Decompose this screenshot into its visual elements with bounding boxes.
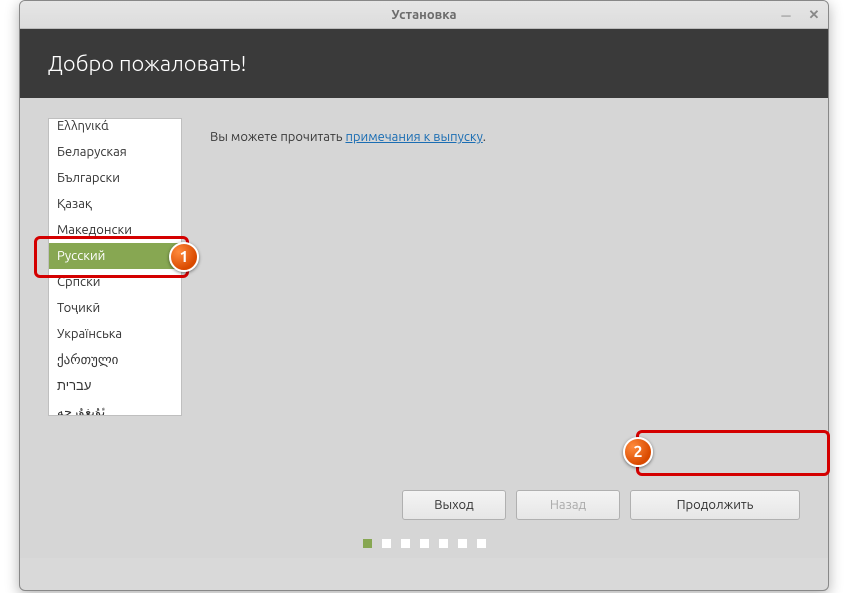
window-title: Установка: [391, 8, 456, 22]
release-notes-text: Вы можете прочитать примечания к выпуску…: [210, 130, 486, 144]
language-item[interactable]: ئۇيغۇرچە: [49, 399, 181, 416]
release-notes-link[interactable]: примечания к выпуску: [345, 130, 482, 144]
language-item[interactable]: Ελληνικά: [49, 118, 181, 139]
release-prefix: Вы можете прочитать: [210, 130, 345, 144]
button-bar: Выход Назад Продолжить: [402, 490, 800, 520]
language-item[interactable]: Тоҷикӣ: [49, 295, 181, 321]
progress-dot: [420, 539, 429, 548]
progress-dot: [401, 539, 410, 548]
release-suffix: .: [483, 130, 486, 144]
language-item[interactable]: Српски: [49, 269, 181, 295]
progress-dot: [382, 539, 391, 548]
language-list[interactable]: ΕλληνικάБеларускаяБългарскиҚазақМакедонс…: [48, 118, 182, 416]
language-item[interactable]: Қазақ: [49, 191, 181, 217]
language-item[interactable]: Български: [49, 165, 181, 191]
installer-window: Установка ─ ✕ Добро пожаловать! Ελληνικά…: [19, 0, 829, 591]
progress-dot: [439, 539, 448, 548]
window-controls: ─ ✕: [778, 1, 822, 29]
titlebar: Установка ─ ✕: [20, 1, 828, 29]
close-icon[interactable]: ✕: [806, 7, 822, 23]
language-item[interactable]: Українська: [49, 321, 181, 347]
continue-button[interactable]: Продолжить: [630, 490, 800, 520]
language-item[interactable]: עברית: [49, 373, 181, 399]
language-item[interactable]: Беларуская: [49, 139, 181, 165]
continue-button-label: Продолжить: [677, 498, 754, 512]
progress-dot: [363, 539, 372, 548]
language-item[interactable]: ქართული: [49, 347, 181, 373]
back-button-label: Назад: [550, 498, 586, 512]
progress-dot: [477, 539, 486, 548]
page-title: Добро пожаловать!: [48, 51, 247, 76]
progress-dot: [458, 539, 467, 548]
content-area: ΕλληνικάБеларускаяБългарскиҚазақМакедонс…: [20, 98, 828, 558]
page-header: Добро пожаловать!: [20, 29, 828, 98]
language-item[interactable]: Македонски: [49, 217, 181, 243]
quit-button[interactable]: Выход: [402, 490, 506, 520]
progress-dots: [20, 539, 828, 548]
language-item[interactable]: Русский: [49, 243, 181, 269]
back-button: Назад: [516, 490, 620, 520]
quit-button-label: Выход: [434, 498, 474, 512]
minimize-icon[interactable]: ─: [778, 7, 794, 23]
